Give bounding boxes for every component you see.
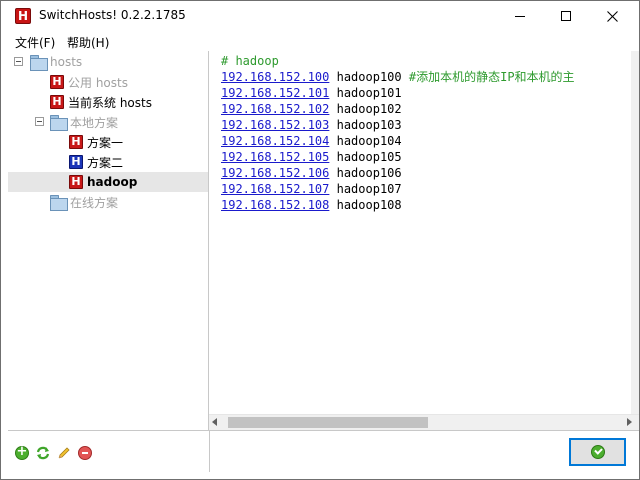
window-title: SwitchHosts! 0.2.2.1785 [39,8,186,22]
ip-address-link[interactable]: 192.168.152.104 [221,134,329,148]
close-button[interactable] [589,1,635,31]
menu-help[interactable]: 帮助(H) [67,34,109,51]
app-logo-icon: H [15,8,31,24]
ip-address-link[interactable]: 192.168.152.107 [221,182,329,196]
minimize-icon [515,15,525,17]
inline-comment: #添加本机的静态IP和本机的主 [408,70,575,84]
remove-icon[interactable] [78,446,92,460]
editor-comment-header: # hadoop [221,54,279,68]
hosts-entry-line[interactable]: 192.168.152.106 hadoop106 [221,165,402,181]
tree-group-online[interactable]: 在线方案 [50,192,118,212]
hostname-text: hadoop100 [336,70,402,84]
hostname-text: hadoop107 [336,182,402,196]
tree-group-label: 在线方案 [70,195,119,210]
hosts-h-icon: H [69,155,83,169]
tree-group-local[interactable]: 本地方案 [50,112,118,132]
scroll-right-icon[interactable] [627,418,632,426]
hosts-tree: hosts H 公用 hosts H 当前系统 hosts 本地方案 H 方案一… [8,51,209,430]
hosts-entry-line[interactable]: 192.168.152.107 hadoop107 [221,181,402,197]
hosts-h-icon: H [69,135,83,149]
hosts-h-icon: H [50,95,64,109]
ip-address-link[interactable]: 192.168.152.103 [221,118,329,132]
hosts-h-icon: H [69,175,83,189]
ip-address-link[interactable]: 192.168.152.105 [221,150,329,164]
tree-root-hosts[interactable]: hosts [30,52,82,72]
menu-bar: 文件(F) 帮助(H) [1,31,639,51]
minimize-button[interactable] [497,1,543,31]
folder-icon [50,115,68,131]
title-bar: H SwitchHosts! 0.2.2.1785 [1,1,639,31]
tree-item-label: 当前系统 hosts [68,95,152,110]
tree-item-label: 公用 hosts [68,75,128,90]
bottom-toolbar [8,430,639,472]
scroll-thumb[interactable] [228,417,428,428]
ip-address-link[interactable]: 192.168.152.100 [221,70,329,84]
hosts-h-icon: H [50,75,64,89]
tree-root-label: hosts [50,55,83,69]
hosts-entry-line[interactable]: 192.168.152.102 hadoop102 [221,101,402,117]
hosts-entry-line[interactable]: 192.168.152.105 hadoop105 [221,149,402,165]
scroll-left-icon[interactable] [212,418,217,426]
add-icon[interactable] [15,444,29,460]
tree-group-label: 本地方案 [70,115,119,130]
folder-icon [30,55,48,71]
hostname-text: hadoop108 [336,198,402,212]
hostname-text: hadoop105 [336,150,402,164]
hostname-text: hadoop106 [336,166,402,180]
app-window: H SwitchHosts! 0.2.2.1785 文件(F) 帮助(H) ho… [0,0,640,480]
toolbar-divider [209,431,210,472]
ip-address-link[interactable]: 192.168.152.102 [221,102,329,116]
folder-icon [50,195,68,211]
tree-item-current-system[interactable]: H 当前系统 hosts [50,92,152,112]
tree-item-plan-2[interactable]: H 方案二 [69,152,123,172]
hosts-editor[interactable]: # hadoop 192.168.152.100 hadoop100 #添加本机… [221,51,631,414]
hosts-entry-line[interactable]: 192.168.152.100 hadoop100 #添加本机的静态IP和本机的… [221,69,575,85]
ip-address-link[interactable]: 192.168.152.101 [221,86,329,100]
tree-item-label: 方案二 [87,155,124,170]
hostname-text: hadoop104 [336,134,402,148]
hostname-text: hadoop101 [336,86,402,100]
tree-item-hadoop[interactable]: H hadoop [8,172,208,192]
tree-item-plan-1[interactable]: H 方案一 [69,132,123,152]
editor-margin [631,51,639,414]
collapse-root-icon[interactable] [14,57,23,66]
tree-item-public-hosts[interactable]: H 公用 hosts [50,72,128,92]
collapse-local-icon[interactable] [35,117,44,126]
horizontal-scrollbar[interactable] [209,414,639,430]
tree-item-label: hadoop [87,175,138,189]
close-icon [606,10,618,22]
hosts-entry-line[interactable]: 192.168.152.108 hadoop108 [221,197,402,213]
hostname-text: hadoop102 [336,102,402,116]
check-icon [590,445,605,459]
hosts-entry-line[interactable]: 192.168.152.104 hadoop104 [221,133,402,149]
hosts-entry-line[interactable]: 192.168.152.101 hadoop101 [221,85,402,101]
hostname-text: hadoop103 [336,118,402,132]
ip-address-link[interactable]: 192.168.152.108 [221,198,329,212]
refresh-icon[interactable] [36,446,50,460]
ip-address-link[interactable]: 192.168.152.106 [221,166,329,180]
edit-icon[interactable] [57,446,71,460]
hosts-entry-line[interactable]: 192.168.152.103 hadoop103 [221,117,402,133]
menu-file[interactable]: 文件(F) [15,34,55,51]
maximize-icon [561,11,571,21]
tree-item-label: 方案一 [87,135,124,150]
maximize-button[interactable] [543,1,589,31]
apply-button[interactable] [569,438,626,466]
